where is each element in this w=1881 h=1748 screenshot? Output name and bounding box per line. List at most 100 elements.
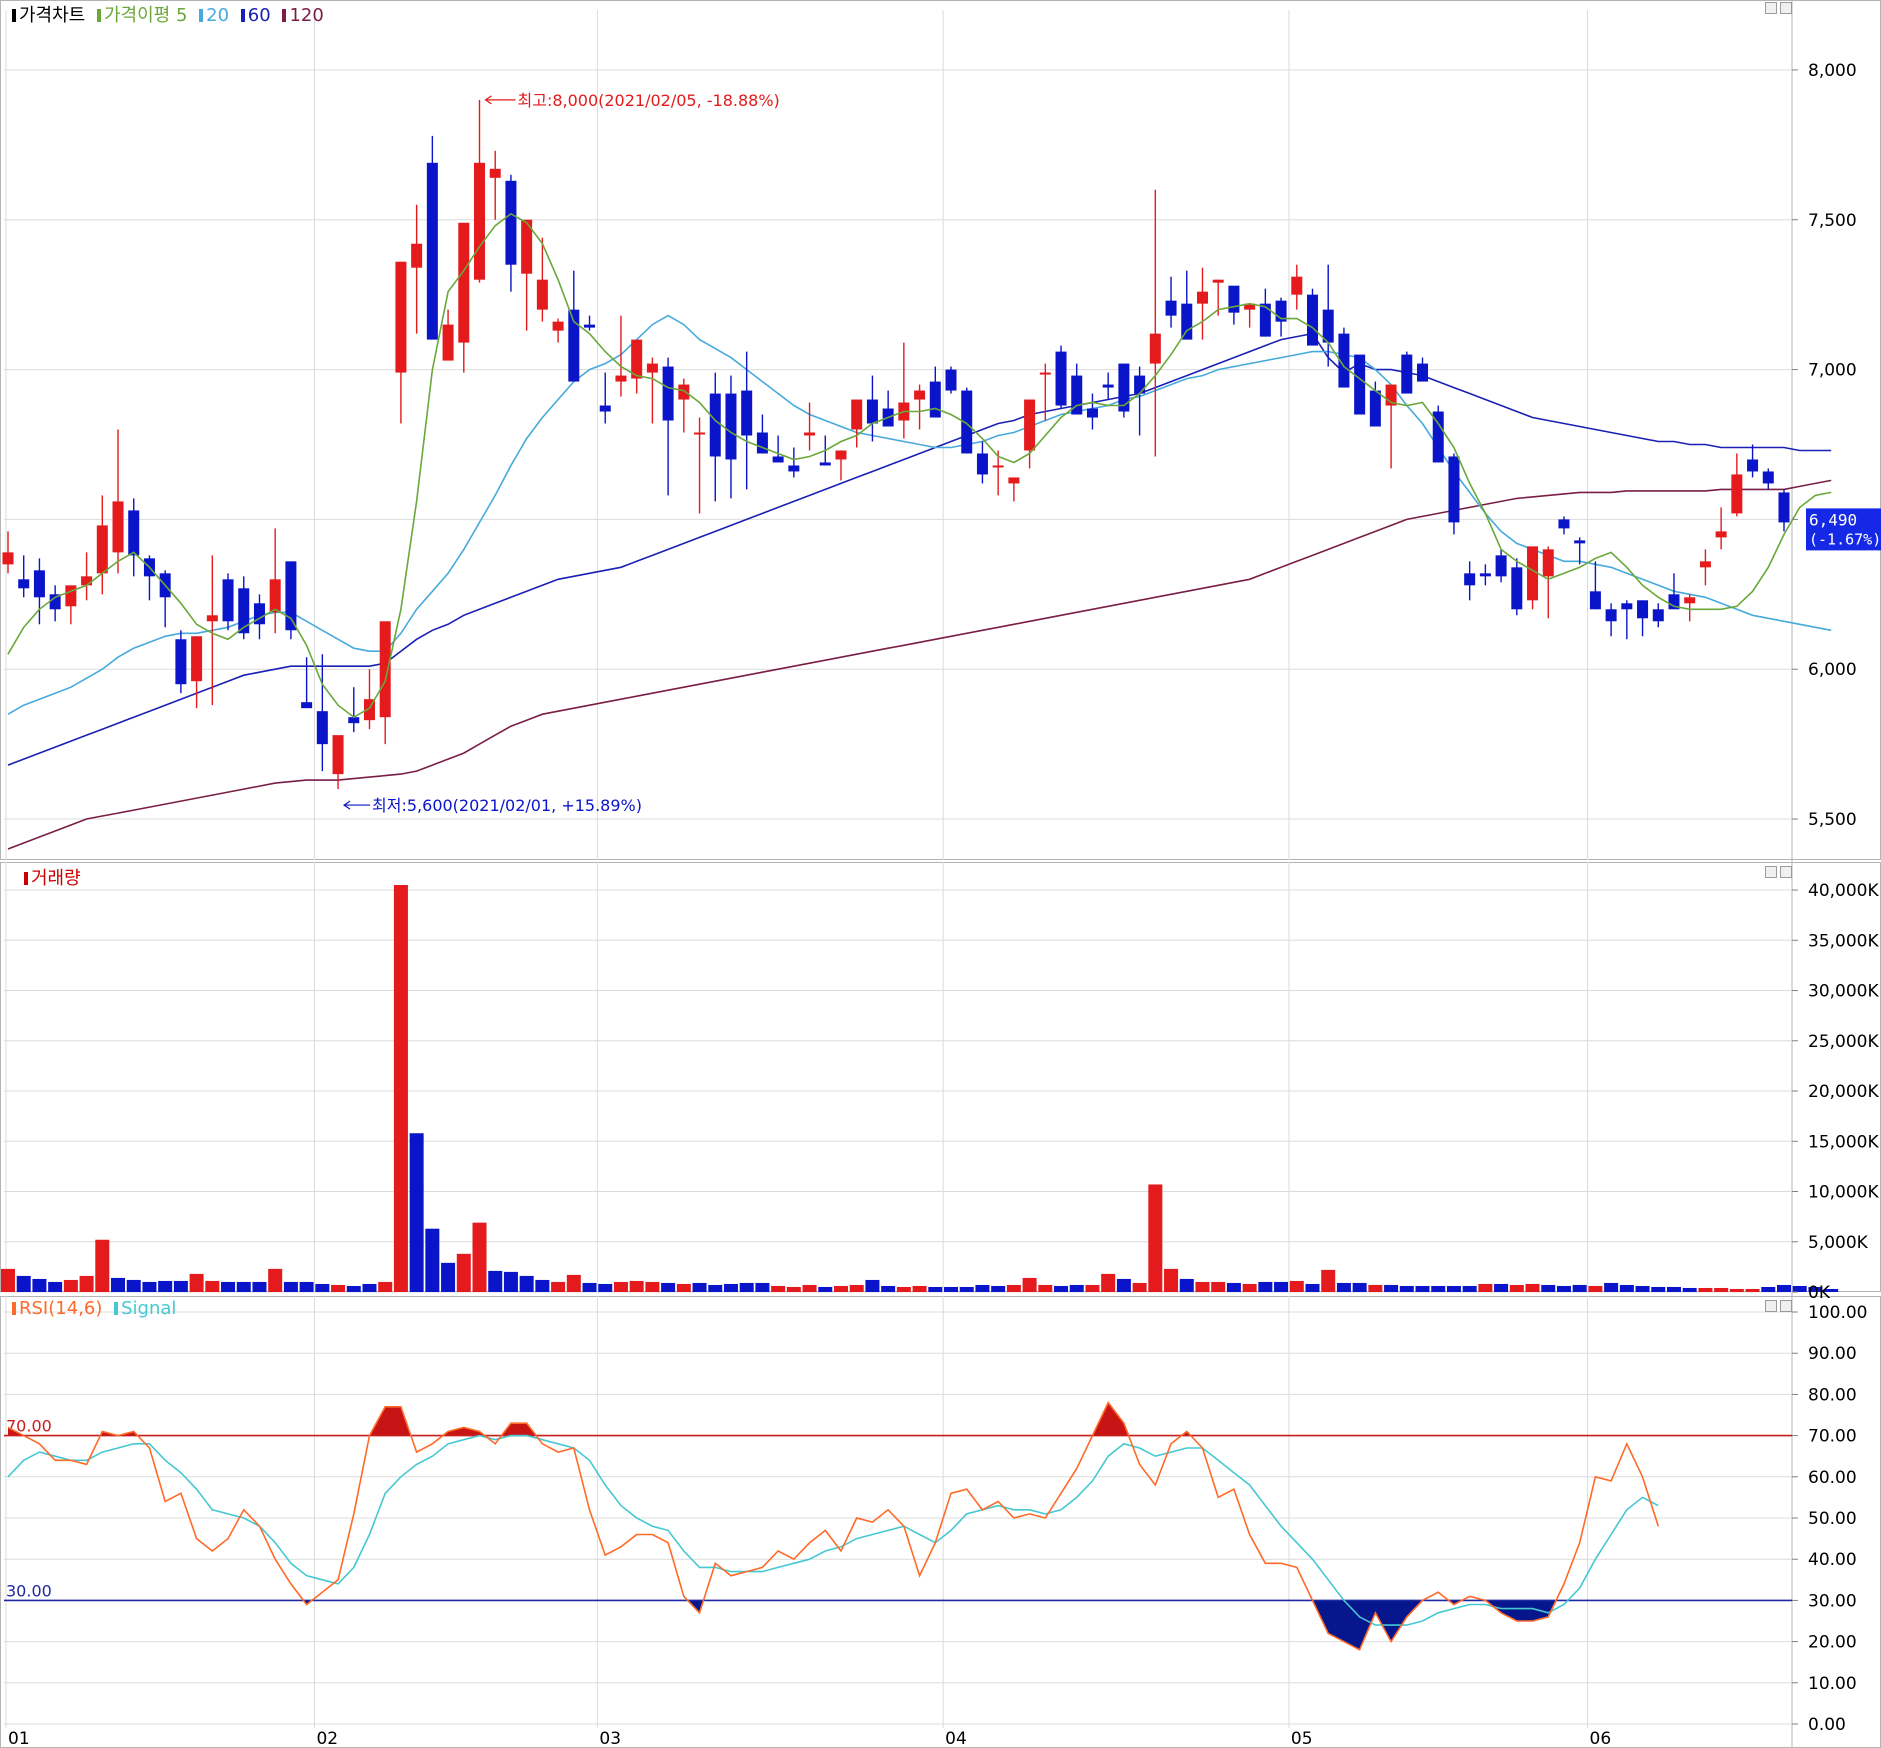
price-close-button[interactable] (1780, 2, 1792, 14)
volume-y-tick-label: 40,000K (1808, 881, 1879, 901)
candle-body (1259, 303, 1271, 337)
volume-bar (142, 1281, 157, 1292)
volume-bar (63, 1279, 78, 1292)
volume-bar (1541, 1284, 1556, 1292)
volume-bar (1777, 1284, 1791, 1292)
volume-bar (1714, 1287, 1729, 1292)
volume-bar (1478, 1283, 1493, 1292)
volume-bar (1148, 1184, 1163, 1292)
rsi-line (7, 1401, 1660, 1651)
volume-bar (173, 1280, 188, 1292)
rsi-level-label: 30.00 (6, 1581, 52, 1600)
volume-bar (723, 1283, 738, 1292)
volume-bar (566, 1274, 581, 1292)
volume-bar (393, 885, 408, 1292)
candle-body (1228, 285, 1240, 313)
candle-body (678, 384, 690, 400)
volume-bar (1415, 1285, 1430, 1292)
price-minimize-button[interactable] (1765, 2, 1777, 14)
candle-body (1086, 408, 1098, 418)
candle-body (1464, 573, 1476, 586)
volume-bar (582, 1282, 597, 1292)
volume-minimize-button[interactable] (1765, 866, 1777, 878)
volume-bar (1305, 1283, 1320, 1292)
candle-body (1369, 390, 1381, 427)
volume-bar (111, 1277, 126, 1292)
volume-y-tick-label: 5,000K (1808, 1233, 1869, 1253)
candle-body (1401, 354, 1413, 394)
x-tick-label: 06 (1590, 1729, 1612, 1748)
price-y-tick-label: 7,000 (1808, 361, 1857, 381)
volume-bar (1352, 1282, 1367, 1292)
volume-bar (928, 1286, 943, 1292)
price-y-tick-label: 7,500 (1808, 211, 1857, 231)
volume-panel (1, 885, 1839, 1292)
volume-bar (32, 1278, 47, 1292)
volume-bar (488, 1270, 503, 1292)
price-panel: 최고:8,000(2021/02/05, -18.88%) 최저:5,600(20… (2, 91, 1832, 850)
volume-bar (79, 1275, 94, 1292)
candle-body (866, 399, 878, 424)
candle-body (646, 363, 658, 373)
stock-chart: 최고:8,000(2021/02/05, -18.88%) 최저:5,600(20… (0, 0, 1881, 1748)
candle-body (128, 510, 140, 556)
volume-bar (535, 1279, 550, 1292)
candle-body (1558, 519, 1570, 529)
candle-body (1118, 363, 1130, 412)
volume-y-tick-label: 30,000K (1808, 982, 1879, 1002)
volume-bar (692, 1282, 707, 1292)
volume-bar (676, 1283, 691, 1292)
volume-bar (613, 1281, 628, 1292)
rsi-y-tick-label: 90.00 (1808, 1344, 1857, 1364)
candle-body (1637, 600, 1649, 619)
volume-bar (1, 1268, 15, 1292)
candle-body (285, 561, 297, 631)
volume-bar (771, 1285, 786, 1292)
volume-bar (1069, 1284, 1084, 1292)
candle-body (18, 579, 30, 589)
rsi-close-button[interactable] (1780, 1300, 1792, 1312)
x-tick-label: 04 (945, 1729, 967, 1748)
candle-body (1165, 300, 1177, 316)
candle-body (1574, 540, 1586, 544)
volume-bar (1745, 1288, 1760, 1292)
volume-bar (503, 1271, 518, 1292)
volume-bar (95, 1239, 110, 1292)
candle-body (756, 432, 768, 454)
candle-body (1747, 459, 1759, 472)
volume-bar (865, 1279, 880, 1292)
volume-bar (1132, 1282, 1147, 1292)
rsi-y-tick-label: 50.00 (1808, 1509, 1857, 1529)
volume-bar (362, 1283, 377, 1292)
volume-bar (1258, 1281, 1273, 1292)
rsi-panel: 70.00 30.00 (4, 1401, 1792, 1651)
candle-body (1778, 492, 1790, 523)
legend-signal-title: Signal (121, 1298, 177, 1319)
rsi-y-tick-label: 10.00 (1808, 1674, 1857, 1694)
volume-bar (802, 1284, 817, 1292)
ma120-line (7, 479, 1832, 850)
rsi-minimize-button[interactable] (1765, 1300, 1777, 1312)
volume-bar (1698, 1287, 1713, 1292)
volume-bar (1572, 1284, 1587, 1292)
volume-y-tick-label: 0K (1808, 1283, 1831, 1303)
candle-body (458, 222, 470, 343)
candle-body (694, 432, 706, 435)
volume-close-button[interactable] (1780, 866, 1792, 878)
volume-bar (315, 1283, 330, 1292)
rsi-overbought-area (1092, 1402, 1129, 1436)
candle-body (96, 525, 108, 574)
volume-bar (1588, 1285, 1603, 1292)
signal-line (7, 1434, 1659, 1626)
candle-body (395, 261, 407, 373)
volume-bar (1666, 1286, 1681, 1292)
volume-bar (991, 1285, 1006, 1292)
volume-bar (1321, 1269, 1336, 1292)
candle-body (505, 180, 517, 265)
last-price-value: 6,490 (1809, 510, 1857, 529)
volume-bar (1462, 1285, 1477, 1292)
volume-bar (158, 1280, 173, 1292)
rsi-y-tick-label: 60.00 (1808, 1468, 1857, 1488)
legend-rsi-swatch (12, 1302, 16, 1315)
price-y-tick-label: 8,000 (1808, 61, 1857, 81)
